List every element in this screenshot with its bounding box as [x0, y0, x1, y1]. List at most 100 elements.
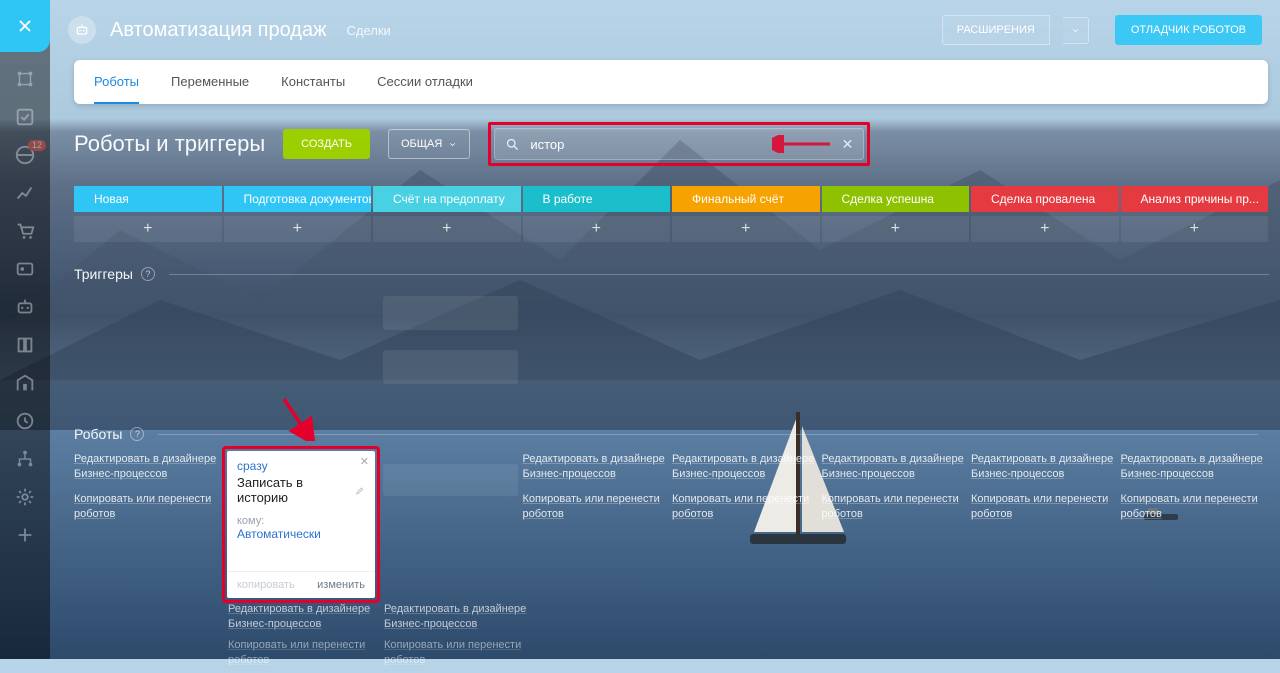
stage-label: Счёт на предоплату	[393, 192, 505, 206]
link-edit-bp[interactable]: Редактировать в дизайнере Бизнес-процесс…	[74, 452, 222, 482]
robot-card-highlight: ✕ сразу Записать в историю кому: Автомат…	[222, 446, 380, 603]
search-clear-icon[interactable]: ✕	[842, 136, 854, 153]
rail-badge: 12	[28, 140, 46, 151]
rail-icon-badge[interactable]: 12	[14, 144, 36, 166]
stage-add-3[interactable]: +	[523, 216, 671, 242]
link-edit-bp[interactable]: Редактировать в дизайнере Бизнес-процесс…	[822, 452, 970, 482]
card-when: сразу	[237, 459, 365, 473]
stage-add-0[interactable]: +	[74, 216, 222, 242]
stage-0[interactable]: Новая	[74, 186, 222, 212]
stage-label: Анализ причины пр...	[1141, 192, 1259, 206]
rail-icon-checkbox[interactable]	[14, 106, 36, 128]
scope-label: ОБЩАЯ	[401, 138, 442, 150]
link-copy-move[interactable]: Копировать или перенести роботов	[822, 492, 970, 522]
robots-links-grid-lower: Редактировать в дизайнере Бизнес-процесс…	[228, 602, 1268, 673]
stage-add-2[interactable]: +	[373, 216, 521, 242]
card-close-icon[interactable]: ✕	[360, 455, 369, 468]
rail-icon-gear[interactable]	[14, 486, 36, 508]
rail-icon-1[interactable]	[14, 68, 36, 90]
stage-2[interactable]: Счёт на предоплату	[373, 186, 521, 212]
link-edit-bp[interactable]: Редактировать в дизайнере Бизнес-процесс…	[523, 452, 671, 482]
link-copy-move[interactable]: Копировать или перенести роботов	[523, 492, 671, 522]
stage-5[interactable]: Сделка успешна	[822, 186, 970, 212]
card-edit[interactable]: изменить	[317, 579, 365, 591]
rail-icon-clock[interactable]	[14, 410, 36, 432]
stage-add-5[interactable]: +	[822, 216, 970, 242]
robots-col-6: Редактировать в дизайнере Бизнес-процесс…	[971, 452, 1119, 531]
stage-label: Подготовка документов	[244, 192, 372, 206]
tab-variables[interactable]: Переменные	[171, 60, 249, 104]
link-edit-bp[interactable]: Редактировать в дизайнере Бизнес-процесс…	[384, 602, 538, 632]
link-edit-bp[interactable]: Редактировать в дизайнере Бизнес-процесс…	[1121, 452, 1269, 482]
section-triggers: Триггеры ?	[74, 266, 1269, 282]
stage-3[interactable]: В работе	[523, 186, 671, 212]
search-input[interactable]	[530, 137, 761, 152]
help-icon[interactable]: ?	[141, 267, 155, 281]
stages-row: Новая Подготовка документов Счёт на предоп…	[74, 186, 1268, 212]
link-copy-move[interactable]: Копировать или перенести роботов	[384, 638, 538, 668]
trigger-ghost-1	[383, 296, 518, 330]
link-copy-move[interactable]: Копировать или перенести роботов	[672, 492, 820, 522]
stage-add-1[interactable]: +	[224, 216, 372, 242]
link-copy-move[interactable]: Копировать или перенести роботов	[1121, 492, 1269, 522]
rail-icon-contact[interactable]	[14, 258, 36, 280]
stage-add-7[interactable]: +	[1121, 216, 1269, 242]
close-panel-button[interactable]	[0, 0, 50, 52]
breadcrumb-link[interactable]: Сделки	[346, 23, 390, 38]
edit-icon[interactable]	[355, 485, 365, 496]
stage-1[interactable]: Подготовка документов	[224, 186, 372, 212]
link-edit-bp[interactable]: Редактировать в дизайнере Бизнес-процесс…	[971, 452, 1119, 482]
tabs: Роботы Переменные Константы Сессии отлад…	[74, 60, 1268, 104]
robot-card[interactable]: ✕ сразу Записать в историю кому: Автомат…	[227, 451, 375, 598]
stage-add-row: ++++++++	[74, 216, 1268, 242]
card-copy[interactable]: копировать	[237, 579, 295, 591]
card-to-label: кому:	[237, 515, 365, 527]
tab-constants[interactable]: Константы	[281, 60, 345, 104]
rail-icon-book[interactable]	[14, 334, 36, 356]
create-button[interactable]: СОЗДАТЬ	[283, 129, 370, 159]
tab-robots[interactable]: Роботы	[94, 60, 139, 104]
rail-icon-robot[interactable]	[14, 296, 36, 318]
tab-sessions[interactable]: Сессии отладки	[377, 60, 473, 104]
card-to-value: Автоматически	[237, 527, 365, 541]
left-rail: 12	[0, 0, 50, 659]
triggers-label: Триггеры	[74, 266, 133, 282]
rail-icon-chart[interactable]	[14, 182, 36, 204]
scope-dropdown[interactable]: ОБЩАЯ	[388, 129, 470, 159]
stage-label: Новая	[94, 192, 129, 206]
link-copy-move[interactable]: Копировать или перенести роботов	[971, 492, 1119, 522]
stage-add-4[interactable]: +	[672, 216, 820, 242]
rail-icon-sitemap[interactable]	[14, 448, 36, 470]
app-icon	[68, 16, 96, 44]
stage-add-6[interactable]: +	[971, 216, 1119, 242]
link-copy-move[interactable]: Копировать или перенести роботов	[74, 492, 222, 522]
trigger-ghost-2	[383, 350, 518, 384]
link-copy-move[interactable]: Копировать или перенести роботов	[228, 638, 382, 668]
search-box[interactable]: ✕	[494, 128, 864, 160]
extensions-button[interactable]: РАСШИРЕНИЯ	[942, 15, 1050, 45]
annotation-arrow-search	[772, 135, 832, 153]
robots-col-4: Редактировать в дизайнере Бизнес-процесс…	[672, 452, 820, 531]
stage-6[interactable]: Сделка провалена	[971, 186, 1119, 212]
search-icon	[505, 137, 520, 152]
robots-col-2	[373, 452, 521, 531]
card-title: Записать в историю	[237, 475, 365, 505]
robots-col-7: Редактировать в дизайнере Бизнес-процесс…	[1121, 452, 1269, 531]
robots-col-0: Редактировать в дизайнере Бизнес-процесс…	[74, 452, 222, 531]
rail-icon-plus[interactable]	[14, 524, 36, 546]
link-edit-bp[interactable]: Редактировать в дизайнере Бизнес-процесс…	[672, 452, 820, 482]
page-title: Роботы и триггеры	[74, 131, 265, 157]
stage-4[interactable]: Финальный счёт	[672, 186, 820, 212]
link-edit-bp[interactable]: Редактировать в дизайнере Бизнес-процесс…	[228, 602, 382, 632]
help-icon-2[interactable]: ?	[130, 427, 144, 441]
stage-label: Финальный счёт	[692, 192, 784, 206]
robot-debugger-button[interactable]: ОТЛАДЧИК РОБОТОВ	[1115, 15, 1262, 45]
stage-7[interactable]: Анализ причины пр...	[1121, 186, 1269, 212]
rail-icon-cart[interactable]	[14, 220, 36, 242]
rail-icon-building[interactable]	[14, 372, 36, 394]
extensions-dropdown[interactable]	[1063, 17, 1089, 44]
stage-label: Сделка успешна	[842, 192, 934, 206]
stage-label: Сделка провалена	[991, 192, 1095, 206]
robots-label: Роботы	[74, 426, 122, 442]
stage-label: В работе	[543, 192, 593, 206]
